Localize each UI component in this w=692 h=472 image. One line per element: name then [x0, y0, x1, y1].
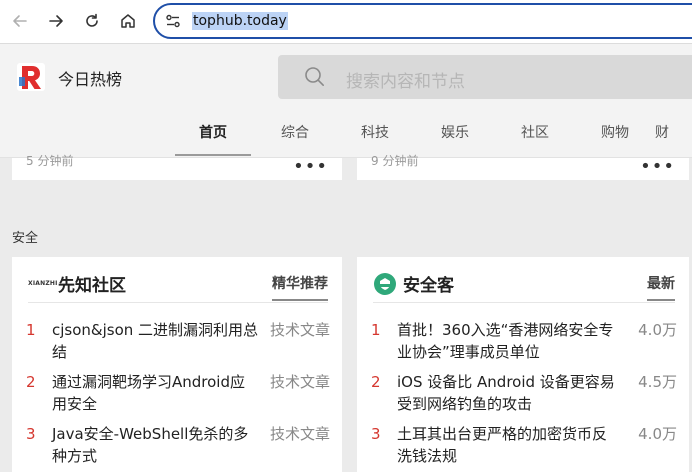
url-text[interactable]: tophub.today: [192, 12, 288, 30]
back-icon[interactable]: [8, 9, 32, 33]
search-icon: [305, 67, 324, 86]
card-footer: 9 分钟前 •••: [357, 154, 689, 180]
browser-toolbar: tophub.today: [0, 0, 692, 44]
card-title[interactable]: 安全客: [403, 271, 454, 296]
card-footer: 5 分钟前 •••: [12, 154, 342, 180]
item-title-cont[interactable]: 业协会”理事成员单位: [397, 341, 540, 363]
site-settings-icon[interactable]: [165, 13, 181, 29]
tab-home[interactable]: 首页: [175, 112, 251, 156]
item-meta: 4.0万: [634, 319, 677, 341]
rank-number: 1: [371, 321, 381, 339]
rank-number: 2: [26, 373, 36, 391]
list-item[interactable]: 3 土耳其出台更严格的加密货币反 洗钱法规 4.0万: [371, 423, 677, 467]
list-item[interactable]: 3 Java安全-WebShell免杀的多 种方式 技术文章: [26, 423, 330, 467]
update-time: 5 分钟前: [26, 154, 74, 168]
tab-finance[interactable]: 财: [655, 112, 692, 156]
list-item[interactable]: 2 通过漏洞靶场学习Android应 用安全 技术文章: [26, 371, 330, 415]
list-item[interactable]: 2 iOS 设备比 Android 设备更容易 受到网络钓鱼的攻击 4.5万: [371, 371, 677, 415]
list-item[interactable]: 1 cjson&json 二进制漏洞利用总 结 技术文章: [26, 319, 330, 363]
site-name[interactable]: 今日热榜: [58, 66, 122, 90]
hot-list-card: 安全客 最新 1 首批！360入选“香港网络安全专 业协会”理事成员单位 4.0…: [357, 257, 689, 472]
item-title[interactable]: iOS 设备比 Android 设备更容易: [397, 371, 615, 393]
xianzhi-logo-icon: XIANZHI: [28, 280, 58, 287]
rank-number: 2: [371, 373, 381, 391]
item-title[interactable]: 土耳其出台更严格的加密货币反: [397, 423, 607, 445]
address-bar[interactable]: tophub.today: [153, 3, 692, 39]
card-title[interactable]: 先知社区: [58, 271, 126, 296]
item-meta: 4.5万: [634, 371, 677, 393]
item-title[interactable]: cjson&json 二进制漏洞利用总: [52, 319, 258, 341]
item-title-cont[interactable]: 种方式: [52, 445, 97, 467]
item-meta: 技术文章: [267, 371, 330, 393]
item-meta: 4.0万: [634, 423, 677, 445]
list-item[interactable]: 1 首批！360入选“香港网络安全专 业协会”理事成员单位 4.0万: [371, 319, 677, 363]
section-title: 安全: [12, 231, 39, 246]
update-time: 9 分钟前: [371, 154, 419, 168]
rank-number: 3: [371, 425, 381, 443]
tab-general[interactable]: 综合: [255, 112, 335, 156]
card-header: XIANZHI 先知社区 精华推荐: [28, 271, 328, 303]
item-title[interactable]: 通过漏洞靶场学习Android应: [52, 371, 245, 393]
anquanke-logo-icon: [374, 273, 396, 295]
item-meta: 技术文章: [267, 423, 330, 445]
card-header: 安全客 最新: [373, 271, 675, 303]
more-icon[interactable]: •••: [293, 156, 328, 177]
item-title-cont[interactable]: 结: [52, 341, 67, 363]
more-icon[interactable]: •••: [640, 156, 675, 177]
home-icon[interactable]: [116, 9, 140, 33]
hot-list-card: XIANZHI 先知社区 精华推荐 1 cjson&json 二进制漏洞利用总 …: [12, 257, 342, 472]
item-title[interactable]: 首批！360入选“香港网络安全专: [397, 319, 613, 341]
item-title-cont[interactable]: 用安全: [52, 393, 97, 415]
tab-tech[interactable]: 科技: [335, 112, 415, 156]
tophub-logo-icon[interactable]: [17, 63, 45, 91]
tab-shopping[interactable]: 购物: [575, 112, 655, 156]
site-header: 今日热榜 搜索内容和节点 首页 综合 科技 娱乐 社区 购物 财: [0, 44, 692, 158]
item-title-cont[interactable]: 洗钱法规: [397, 445, 457, 467]
rank-number: 3: [26, 425, 36, 443]
item-meta: 技术文章: [267, 319, 330, 341]
category-tabs: 首页 综合 科技 娱乐 社区 购物 财: [175, 112, 692, 156]
search-placeholder: 搜索内容和节点: [346, 72, 465, 92]
forward-icon[interactable]: [44, 9, 68, 33]
item-title-cont[interactable]: 受到网络钓鱼的攻击: [397, 393, 532, 415]
tab-latest[interactable]: 最新: [647, 273, 675, 301]
tab-featured[interactable]: 精华推荐: [272, 273, 328, 301]
search-input[interactable]: 搜索内容和节点: [278, 55, 692, 99]
tab-entertainment[interactable]: 娱乐: [415, 112, 495, 156]
item-title[interactable]: Java安全-WebShell免杀的多: [52, 423, 248, 445]
rank-number: 1: [26, 321, 36, 339]
reload-icon[interactable]: [80, 9, 104, 33]
tab-community[interactable]: 社区: [495, 112, 575, 156]
